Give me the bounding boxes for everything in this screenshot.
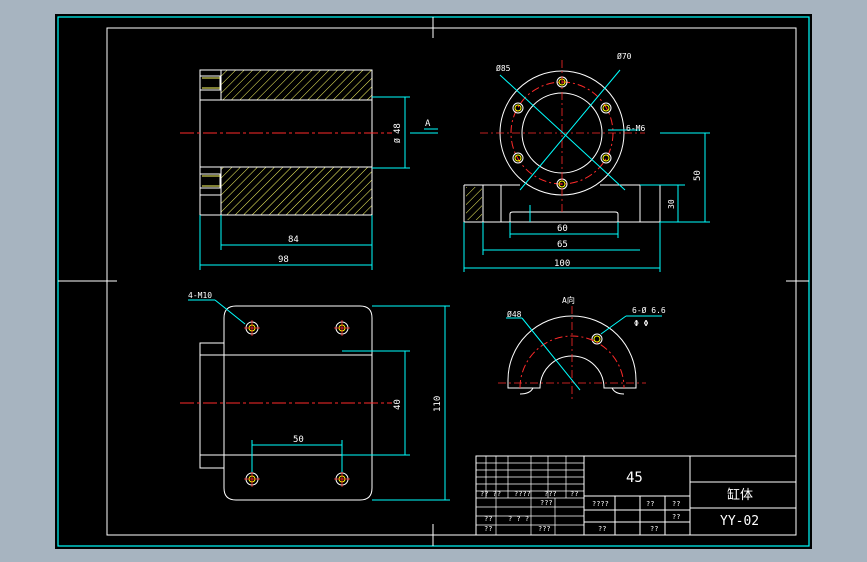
dim-40: 40	[393, 399, 403, 410]
dim-60: 60	[557, 224, 568, 234]
cad-drawing-canvas: 48 Ø A 84 98 Ø85 Ø70 6-M6 50 30 60 65 10…	[55, 14, 812, 549]
dim-50-horizontal: 50	[293, 435, 304, 445]
dim-100: 100	[554, 259, 570, 269]
dim-48-sub: Ø	[392, 138, 402, 143]
tb-mid-2: ??	[646, 500, 654, 508]
tb-mid-3: ??	[672, 500, 680, 508]
dim-d85: Ø85	[496, 63, 511, 73]
dim-84: 84	[288, 235, 299, 245]
tb-label-7: ? ? ?	[508, 515, 529, 523]
tb-mid-1: ????	[592, 500, 609, 508]
dim-30: 30	[667, 199, 676, 209]
hatch-lower	[221, 167, 372, 215]
dim-4m10: 4-M10	[188, 291, 212, 300]
tb-mid-6: ??	[650, 525, 658, 533]
dim-110: 110	[433, 396, 443, 412]
tb-mid-4: ??	[672, 513, 680, 521]
hatch-upper	[221, 70, 372, 100]
tb-label-2: ????	[514, 490, 531, 498]
tb-label-9: ??	[484, 525, 492, 533]
tb-label-1: ?? ??	[480, 490, 501, 498]
dim-98: 98	[278, 255, 289, 265]
dim-d70: Ø70	[617, 51, 632, 61]
dim-d48: Ø48	[507, 309, 522, 319]
tb-label-6: ??	[484, 515, 492, 523]
dim-6-holes: 6-Ø 6.6	[632, 305, 666, 315]
drawing-sheet	[55, 14, 812, 549]
material-value: 45	[626, 470, 643, 486]
view-label-a: A向	[562, 295, 575, 305]
section-label-a: A	[425, 119, 431, 129]
dim-65: 65	[557, 240, 568, 250]
part-name: 缸体	[727, 487, 753, 503]
dim-50-vertical: 50	[693, 170, 703, 181]
dim-6-holes-sub: Φ Φ	[634, 319, 649, 328]
tb-mid-5: ??	[598, 525, 606, 533]
tb-label-8: ???	[538, 525, 551, 533]
tb-label-5: ???	[540, 499, 553, 507]
drawing-number: YY-02	[720, 514, 759, 529]
tb-label-3: ???	[544, 490, 557, 498]
dim-6m6: 6-M6	[626, 124, 645, 133]
dim-48: 48	[393, 123, 403, 134]
tb-label-4: ??	[570, 490, 578, 498]
